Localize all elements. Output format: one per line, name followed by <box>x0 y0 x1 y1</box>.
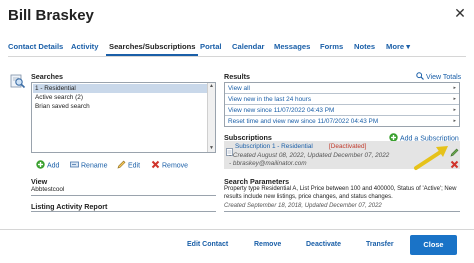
subscription-email: - bbraskey@mailinator.com <box>229 160 307 167</box>
view-divider <box>31 195 216 196</box>
chevron-right-icon: ▸ <box>453 118 456 124</box>
searches-heading: Searches <box>31 72 63 81</box>
remove-button[interactable]: Remove <box>254 241 281 248</box>
footer-divider <box>0 229 474 230</box>
transfer-button[interactable]: Transfer <box>366 241 394 248</box>
search-parameters-text: results include new listings, price chan… <box>224 194 393 200</box>
results-option[interactable]: View new since 11/07/2022 04:43 PM ▸ <box>225 105 459 116</box>
tab-forms[interactable]: Forms <box>320 42 343 51</box>
results-option-label: Reset time and view new since 11/07/2022… <box>228 118 379 125</box>
close-button[interactable]: Close <box>410 235 457 255</box>
rename-icon <box>70 160 79 171</box>
tab-more[interactable]: More ▾ <box>386 42 410 51</box>
search-parameters-dates: Created September 18, 2018, Updated Dece… <box>224 203 382 209</box>
active-tab-indicator <box>106 54 198 56</box>
edit-search-button[interactable]: Edit <box>117 160 140 171</box>
results-option-label: View all <box>228 85 250 92</box>
edit-search-label: Edit <box>128 162 141 170</box>
tab-bar: Contact Details Activity Searches/Subscr… <box>8 40 466 58</box>
results-option[interactable]: View all ▸ <box>225 83 459 94</box>
view-totals-label: View Totals <box>426 73 462 81</box>
search-item[interactable]: Brian saved search <box>33 102 214 111</box>
remove-x-icon <box>151 160 160 171</box>
tab-messages[interactable]: Messages <box>274 42 310 51</box>
chevron-right-icon: ▸ <box>453 96 456 102</box>
scroll-up-icon[interactable]: ▲ <box>208 83 215 90</box>
search-item[interactable]: 1 - Residential <box>33 84 214 93</box>
tab-notes[interactable]: Notes <box>354 42 375 51</box>
results-option[interactable]: View new in the last 24 hours ▸ <box>225 94 459 105</box>
remove-search-button[interactable]: Remove <box>151 160 188 171</box>
results-option[interactable]: Reset time and view new since 11/07/2022… <box>225 116 459 127</box>
contact-name-title: Bill Braskey <box>8 7 94 24</box>
view-totals-link[interactable]: View Totals <box>416 72 461 82</box>
edit-contact-button[interactable]: Edit Contact <box>187 241 228 248</box>
tab-activity[interactable]: Activity <box>71 42 98 51</box>
search-parameters-divider <box>224 211 460 212</box>
view-value: Abbtestcool <box>31 186 65 193</box>
rename-search-label: Rename <box>81 162 108 170</box>
tab-searches-subscriptions[interactable]: Searches/Subscriptions <box>109 42 196 51</box>
chevron-right-icon: ▸ <box>453 85 456 91</box>
results-heading: Results <box>224 72 250 81</box>
search-parameters-heading: Search Parameters <box>224 177 290 186</box>
tab-contact-details[interactable]: Contact Details <box>8 42 63 51</box>
delete-subscription-icon[interactable] <box>450 156 459 174</box>
results-option-label: View new since 11/07/2022 04:43 PM <box>228 107 335 114</box>
chevron-right-icon: ▸ <box>453 107 456 113</box>
pencil-icon <box>117 160 126 171</box>
tab-portal[interactable]: Portal <box>200 42 222 51</box>
subscription-name-link[interactable]: Subscription 1 - Residential <box>235 143 313 150</box>
results-option-label: View new in the last 24 hours <box>228 96 312 103</box>
rename-search-button[interactable]: Rename <box>70 160 107 171</box>
magnifier-icon <box>416 72 424 82</box>
search-magnifier-icon <box>10 73 26 89</box>
search-item[interactable]: Active search (2) <box>33 93 214 102</box>
search-parameters-text: Property type Residential A, List Price … <box>224 186 457 192</box>
results-options: View all ▸ View new in the last 24 hours ▸… <box>224 82 460 127</box>
add-search-button[interactable]: Add <box>36 160 59 171</box>
searches-scrollbar[interactable]: ▲ ▼ <box>207 83 215 152</box>
subscription-status: [Deactivated] <box>329 143 367 150</box>
add-search-label: Add <box>47 162 60 170</box>
view-heading: View <box>31 177 48 186</box>
remove-search-label: Remove <box>162 162 189 170</box>
searches-list[interactable]: 1 - Residential Active search (2) Brian … <box>31 82 216 153</box>
tab-calendar[interactable]: Calendar <box>232 42 265 51</box>
scroll-down-icon[interactable]: ▼ <box>208 145 215 152</box>
annotation-arrow-icon <box>412 143 450 171</box>
plus-icon <box>36 160 45 171</box>
close-icon[interactable]: ✕ <box>453 6 467 20</box>
subscription-dates: - Created August 08, 2022, Updated Decem… <box>229 152 390 159</box>
listing-activity-heading: Listing Activity Report <box>31 202 108 211</box>
deactivate-button[interactable]: Deactivate <box>306 241 341 248</box>
tab-divider <box>8 56 466 57</box>
listing-activity-divider <box>31 211 216 212</box>
